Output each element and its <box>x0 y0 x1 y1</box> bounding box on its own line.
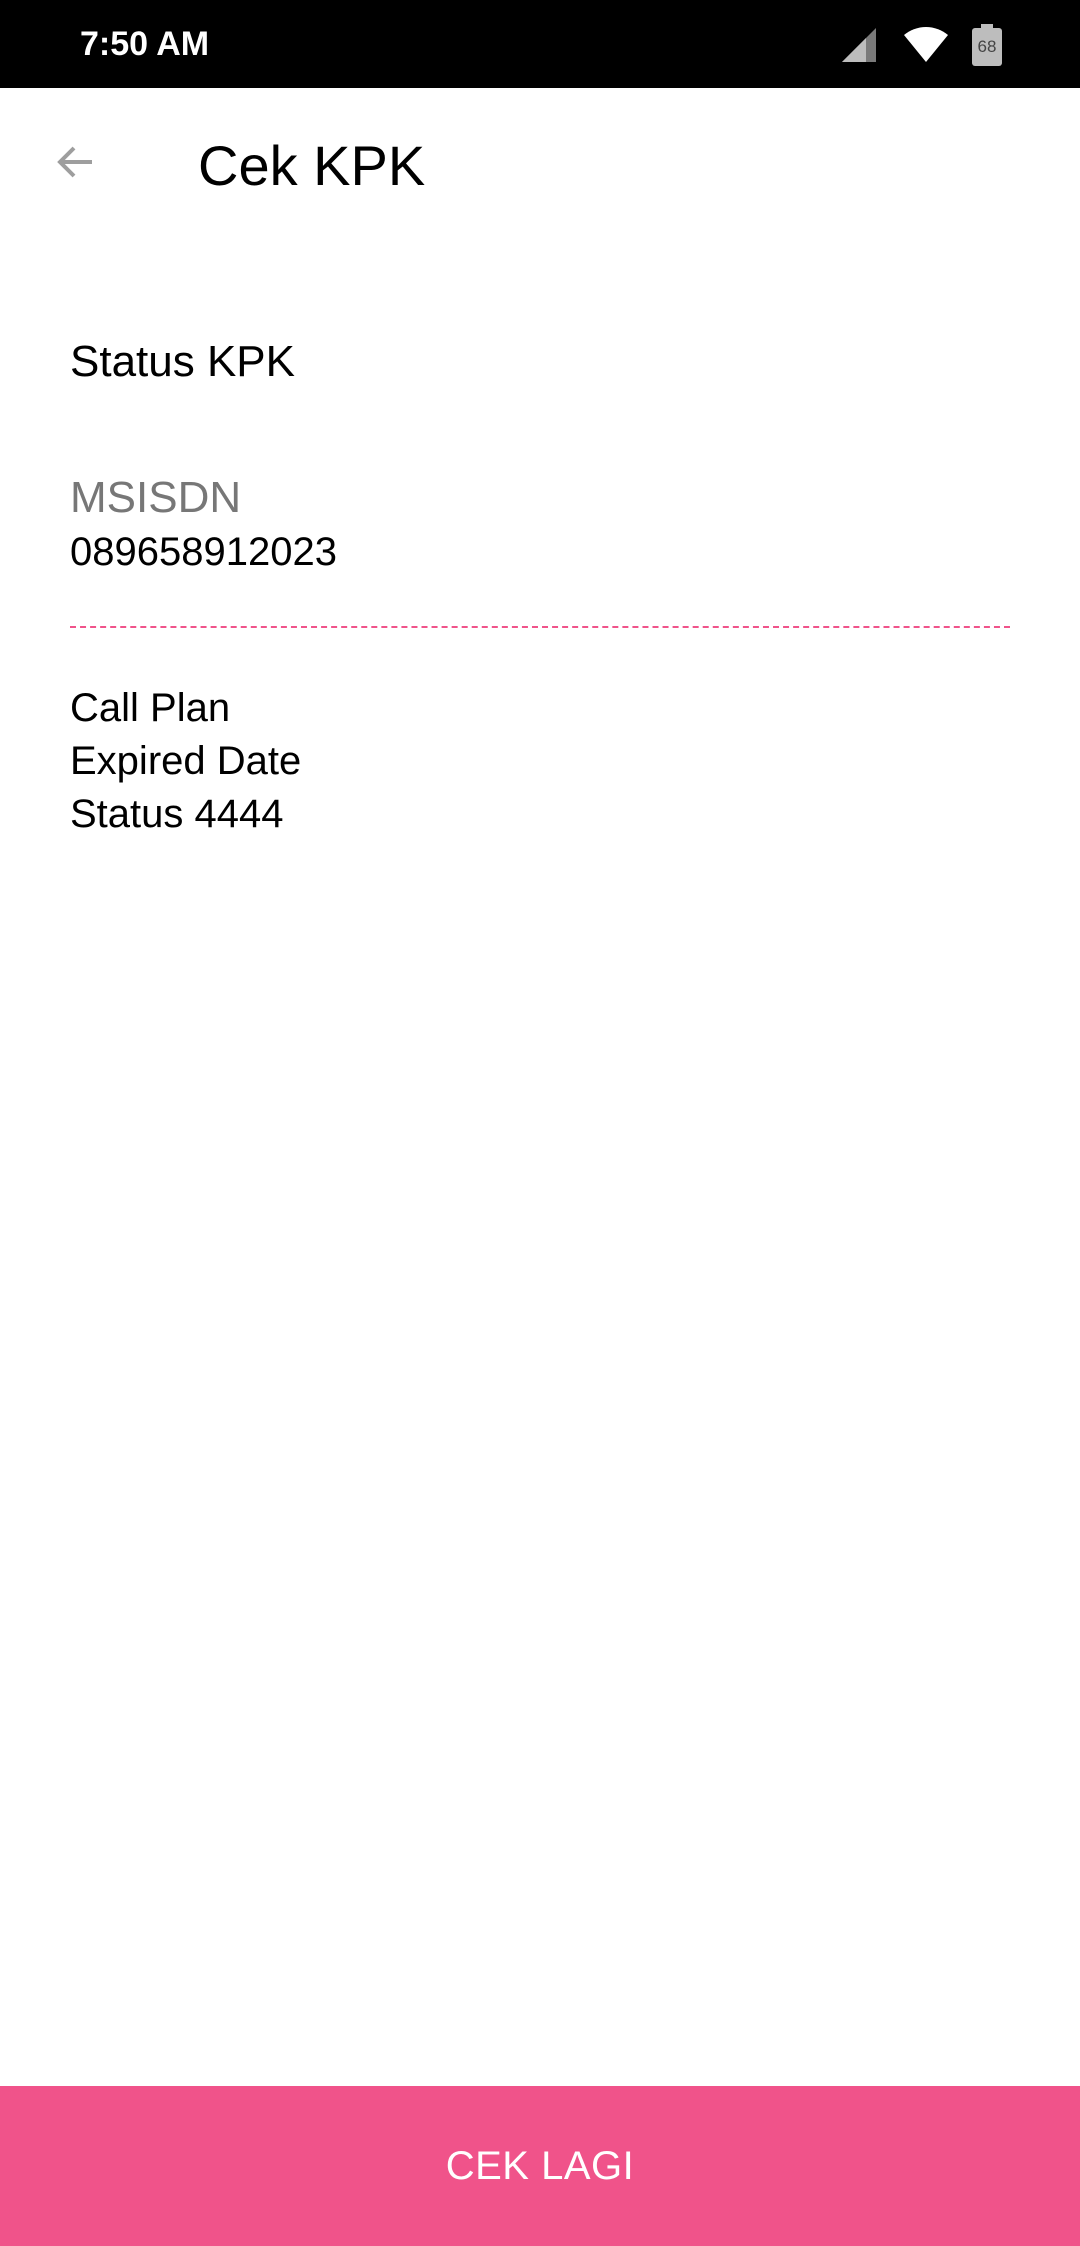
signal-icon <box>840 26 880 64</box>
status-icons: 68 <box>840 24 1002 66</box>
section-title: Status KPK <box>70 337 296 386</box>
cek-lagi-button[interactable]: CEK LAGI <box>0 2086 1080 2246</box>
back-button[interactable] <box>40 128 112 200</box>
msisdn-label: MSISDN <box>70 473 242 522</box>
wifi-icon <box>902 26 950 64</box>
battery-icon: 68 <box>972 24 1002 66</box>
info-item-call-plan: Call Plan <box>70 686 231 730</box>
info-item-status: Status 4444 <box>70 792 284 836</box>
toolbar: Cek KPK <box>0 88 1080 248</box>
msisdn-value: 089658912023 <box>70 530 337 574</box>
info-item-expired-date: Expired Date <box>70 739 302 783</box>
battery-level: 68 <box>977 37 997 56</box>
cek-lagi-button-label: CEK LAGI <box>445 2143 635 2188</box>
dashed-divider <box>70 626 1010 628</box>
arrow-left-icon <box>52 138 100 191</box>
screen: 7:50 AM 68 Cek KPK Status KPK MSISDN 089… <box>0 0 1080 2246</box>
info-list: Call Plan Expired Date Status 4444 <box>70 682 301 841</box>
status-time: 7:50 AM <box>80 25 210 63</box>
page-title: Cek KPK <box>198 134 426 197</box>
status-bar: 7:50 AM 68 <box>0 0 1080 88</box>
